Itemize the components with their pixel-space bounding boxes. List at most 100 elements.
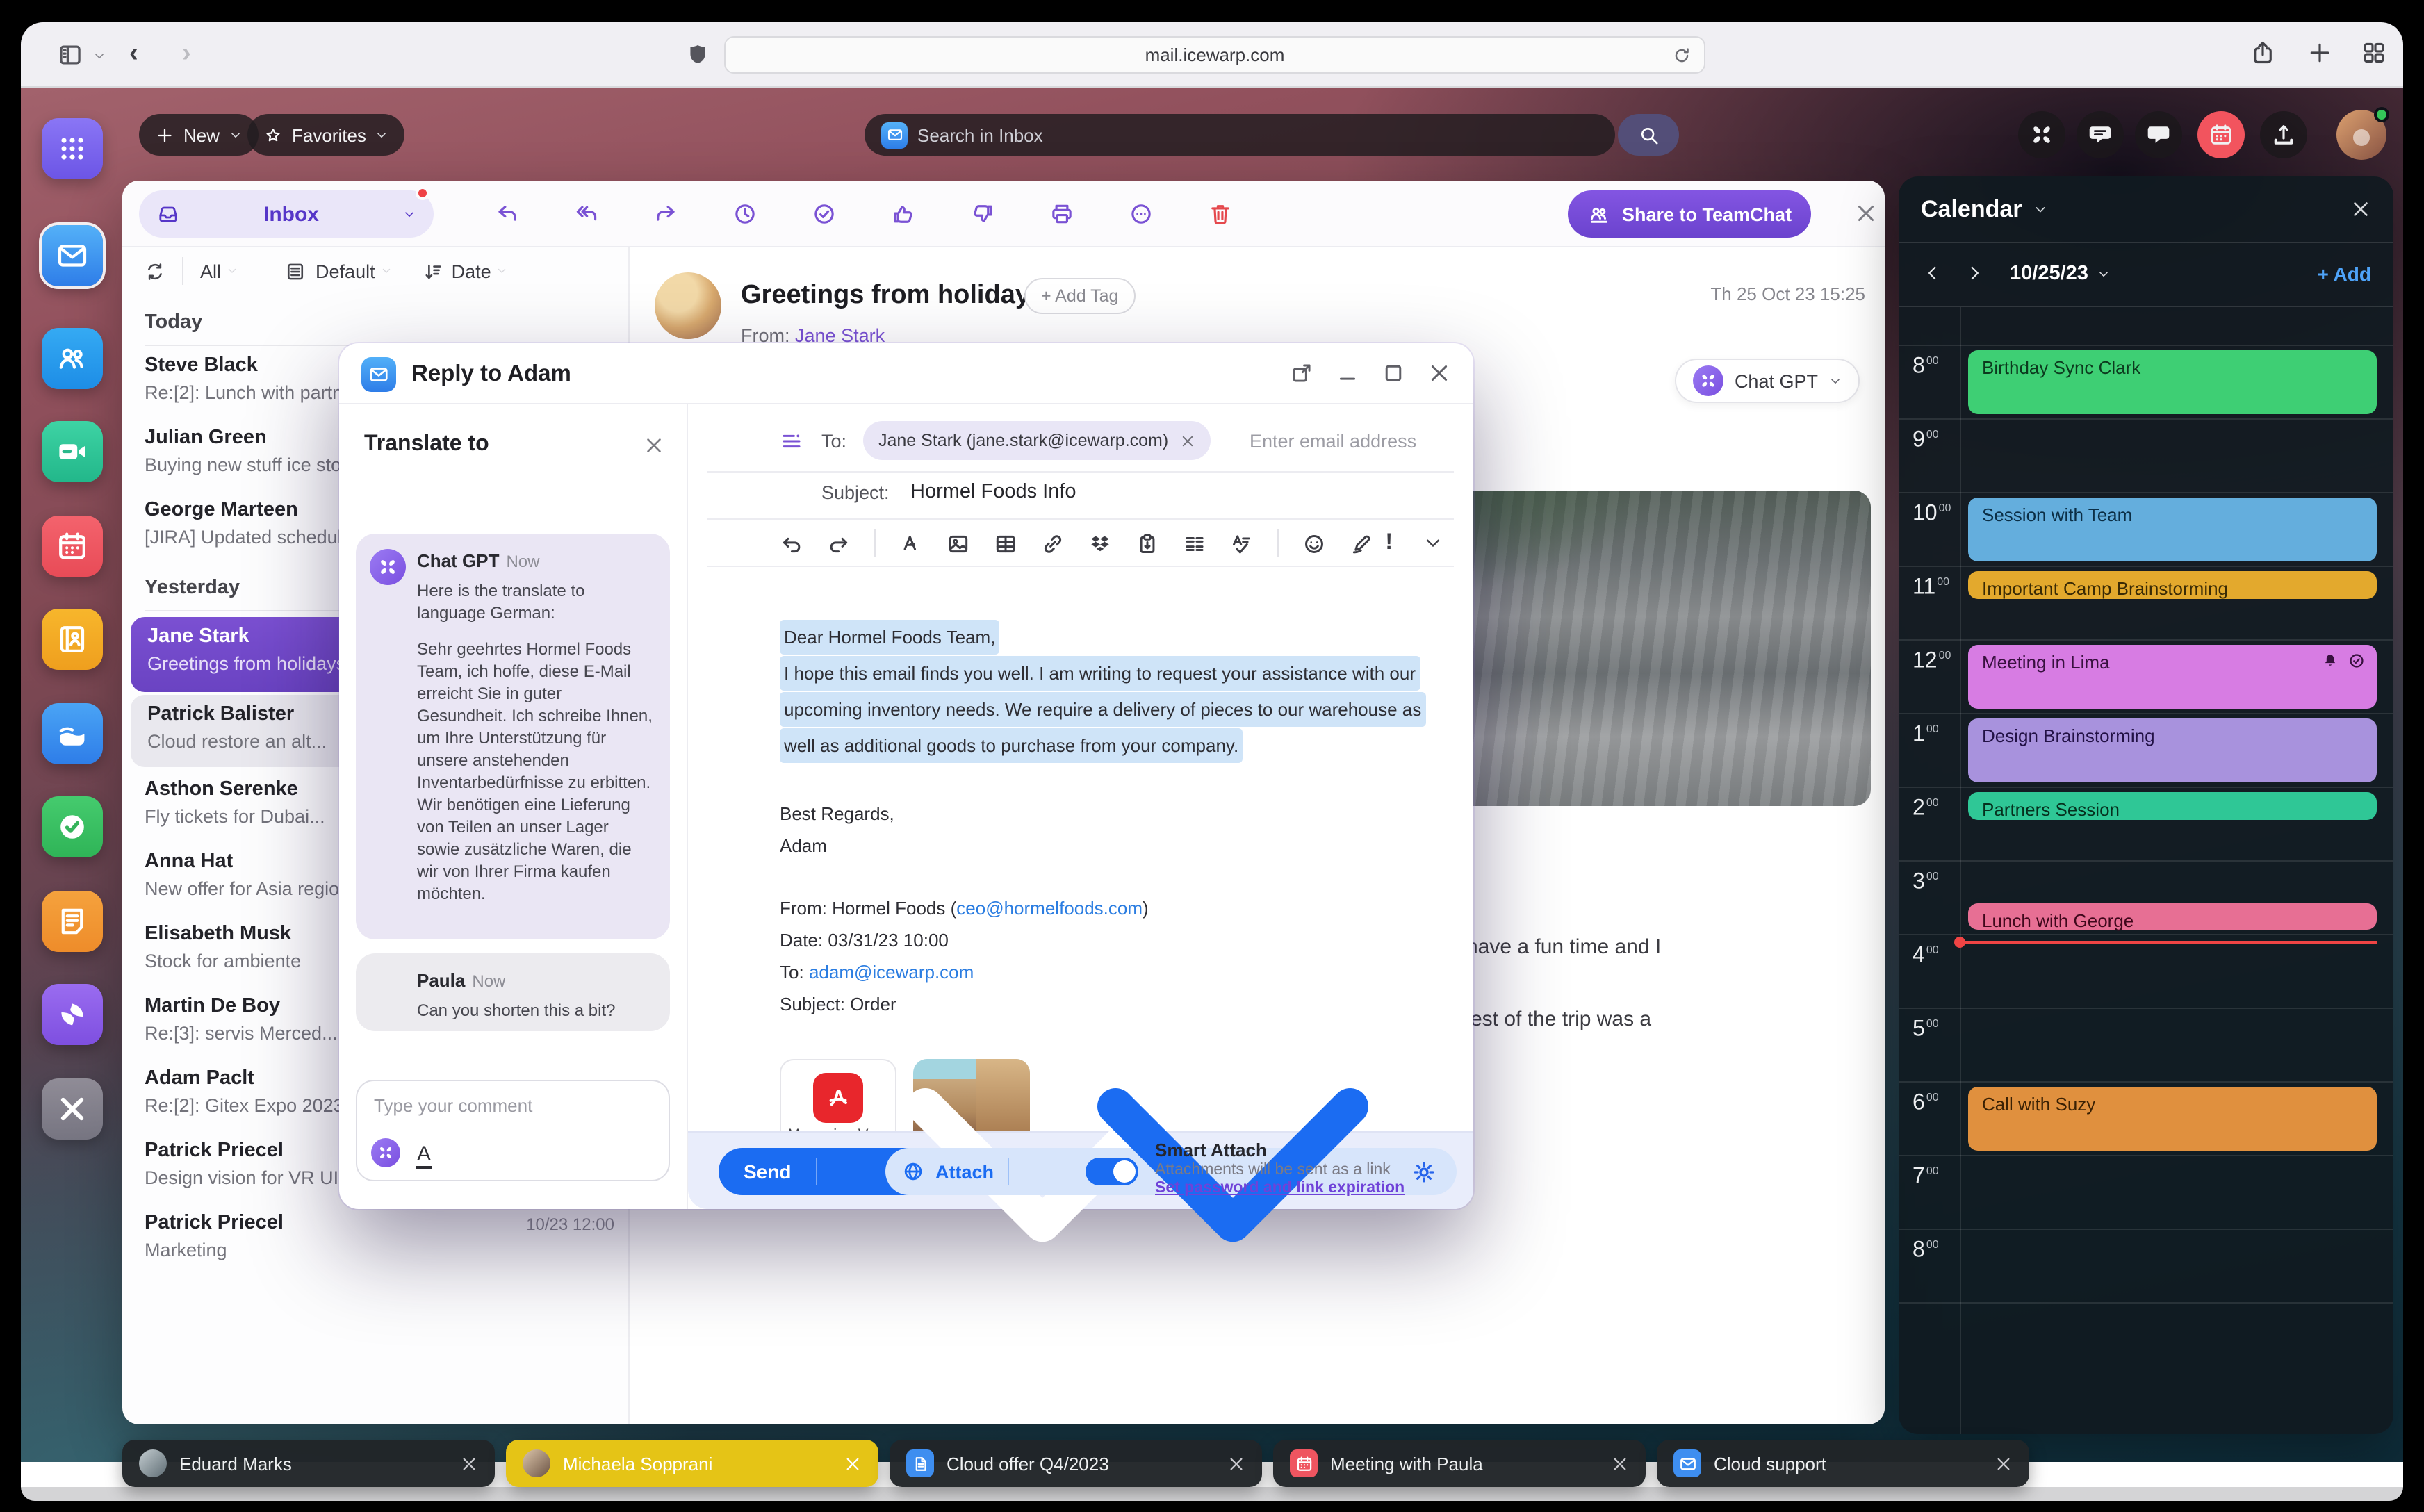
- thumbs-down-icon[interactable]: [970, 202, 995, 227]
- close-message-icon[interactable]: [1854, 202, 1878, 225]
- filter-all-dropdown[interactable]: All: [200, 261, 221, 281]
- smart-attach-toggle[interactable]: [1086, 1158, 1138, 1185]
- tab-close-icon[interactable]: [1995, 1454, 2013, 1472]
- forward-button[interactable]: ›: [182, 39, 191, 69]
- dock-notes-icon[interactable]: [42, 891, 103, 952]
- dock-people-icon[interactable]: [42, 328, 103, 389]
- undo-icon[interactable]: [780, 532, 803, 555]
- taskbar-tab[interactable]: Cloud offer Q4/2023: [890, 1440, 1262, 1487]
- open-new-icon[interactable]: [1290, 361, 1313, 385]
- recipient-chip[interactable]: Jane Stark (jane.stark@icewarp.com): [863, 421, 1210, 460]
- list-text-icon[interactable]: [1183, 532, 1206, 555]
- add-tag-button[interactable]: + Add Tag: [1024, 278, 1135, 314]
- dock-book-icon[interactable]: [42, 609, 103, 670]
- chat-lines-button[interactable]: [2077, 111, 2124, 158]
- close-icon[interactable]: [1427, 361, 1451, 385]
- privacy-shield-icon[interactable]: [685, 42, 710, 67]
- comment-input[interactable]: Type your comment A: [356, 1080, 670, 1181]
- format-text-icon[interactable]: A: [416, 1142, 432, 1169]
- dock-apps-icon[interactable]: [42, 118, 103, 179]
- new-tab-icon[interactable]: [2307, 40, 2332, 65]
- dock-calendar-icon[interactable]: [42, 516, 103, 577]
- knot-button[interactable]: [2018, 111, 2065, 158]
- back-button[interactable]: ‹: [129, 39, 138, 69]
- prev-day-icon[interactable]: [1924, 264, 1942, 282]
- tab-overview-icon[interactable]: [2361, 40, 2386, 65]
- dock-petals-icon[interactable]: [42, 984, 103, 1045]
- calendar-event[interactable]: Partners Session: [1968, 792, 2377, 819]
- chat-button[interactable]: [2135, 111, 2182, 158]
- reply-icon[interactable]: [495, 202, 520, 227]
- calendar-event[interactable]: Design Brainstorming: [1968, 718, 2377, 782]
- refresh-icon[interactable]: [145, 261, 165, 281]
- subject-value[interactable]: Hormel Foods Info: [910, 481, 1076, 503]
- dock-mail-icon[interactable]: [42, 225, 103, 286]
- upload-button[interactable]: [2260, 111, 2307, 158]
- address-bar[interactable]: mail.icewarp.com: [724, 36, 1705, 74]
- forward-icon[interactable]: [653, 202, 678, 227]
- calendar-event[interactable]: Birthday Sync Clark: [1968, 350, 2377, 414]
- clock-icon[interactable]: [732, 202, 758, 227]
- dock-tasks-icon[interactable]: [42, 796, 103, 857]
- priority-icon[interactable]: !: [1385, 531, 1393, 556]
- favorites-button[interactable]: Favorites: [247, 114, 405, 156]
- check-circle-icon[interactable]: [812, 202, 837, 227]
- minimize-icon[interactable]: [1336, 361, 1359, 385]
- trash-icon[interactable]: [1208, 202, 1233, 227]
- calendar-title-dropdown[interactable]: Calendar: [1921, 196, 2047, 224]
- search-input[interactable]: Search in Inbox: [865, 114, 1615, 156]
- share-icon[interactable]: [2250, 40, 2275, 65]
- redo-icon[interactable]: [827, 532, 851, 555]
- taskbar-tab[interactable]: Michaela Sopprani: [506, 1440, 878, 1487]
- search-button[interactable]: [1618, 114, 1679, 156]
- email-list-item[interactable]: Patrick PriecelMarketing10/23 12:00: [122, 1203, 628, 1276]
- share-to-teamchat-button[interactable]: Share to TeamChat: [1568, 190, 1811, 238]
- font-icon[interactable]: [899, 532, 923, 555]
- add-event-button[interactable]: + Add: [2317, 263, 2371, 285]
- printer-icon[interactable]: [1049, 202, 1074, 227]
- calendar-date-dropdown[interactable]: 10/25/23: [2010, 263, 2111, 285]
- to-placeholder[interactable]: Enter email address: [1250, 431, 1416, 452]
- reload-icon[interactable]: [1672, 46, 1692, 65]
- thumbs-up-icon[interactable]: [891, 202, 916, 227]
- remove-recipient-icon[interactable]: [1179, 433, 1195, 448]
- folder-dropdown[interactable]: Inbox: [139, 190, 434, 238]
- smart-attach-link[interactable]: Set password and link expiration: [1155, 1180, 1405, 1197]
- pen-icon[interactable]: [1350, 532, 1373, 555]
- reply-all-icon[interactable]: [574, 202, 599, 227]
- new-button[interactable]: New: [139, 114, 259, 156]
- calendar-close-icon[interactable]: [2350, 199, 2371, 220]
- chatgpt-dropdown[interactable]: Chat GPT: [1675, 359, 1860, 403]
- clipboard-icon[interactable]: [1136, 532, 1159, 555]
- taskbar-tab[interactable]: Eduard Marks: [122, 1440, 495, 1487]
- user-avatar[interactable]: [2336, 110, 2386, 160]
- sort-dropdown[interactable]: Date: [452, 261, 491, 281]
- sidebar-toggle-icon[interactable]: [57, 42, 83, 68]
- chevron-down-icon[interactable]: [1423, 534, 1443, 553]
- dock-tools-icon[interactable]: [42, 1078, 103, 1140]
- calendar-event[interactable]: Call with Suzy: [1968, 1087, 2377, 1151]
- recipient-list-icon[interactable]: [780, 429, 803, 453]
- tab-close-icon[interactable]: [460, 1454, 478, 1472]
- tab-close-icon[interactable]: [844, 1454, 862, 1472]
- quoted-from-link[interactable]: ceo@hormelfoods.com: [956, 898, 1143, 919]
- view-dropdown[interactable]: Default: [316, 261, 375, 281]
- link-icon[interactable]: [1041, 532, 1065, 555]
- sidebar-chevron-icon[interactable]: [93, 50, 106, 63]
- calendar-event[interactable]: Lunch with George: [1968, 903, 2377, 930]
- table-icon[interactable]: [994, 532, 1017, 555]
- dock-video-icon[interactable]: [42, 421, 103, 482]
- calendar-event[interactable]: Important Camp Brainstorming: [1968, 571, 2377, 598]
- tab-close-icon[interactable]: [1611, 1454, 1629, 1472]
- calendar-event[interactable]: Meeting in Lima: [1968, 645, 2377, 709]
- spellcheck-icon[interactable]: [1230, 532, 1254, 555]
- chatgpt-icon[interactable]: [371, 1138, 400, 1167]
- gear-icon[interactable]: [1411, 1159, 1437, 1185]
- image-icon[interactable]: [947, 532, 970, 555]
- calendar-event[interactable]: Session with Team: [1968, 498, 2377, 561]
- translate-close-icon[interactable]: [644, 435, 664, 456]
- tab-close-icon[interactable]: [1227, 1454, 1245, 1472]
- taskbar-tab[interactable]: Meeting with Paula: [1273, 1440, 1646, 1487]
- emoji-icon[interactable]: [1302, 532, 1326, 555]
- compose-body[interactable]: Dear Hormel Foods Team,I hope this email…: [780, 620, 1455, 1020]
